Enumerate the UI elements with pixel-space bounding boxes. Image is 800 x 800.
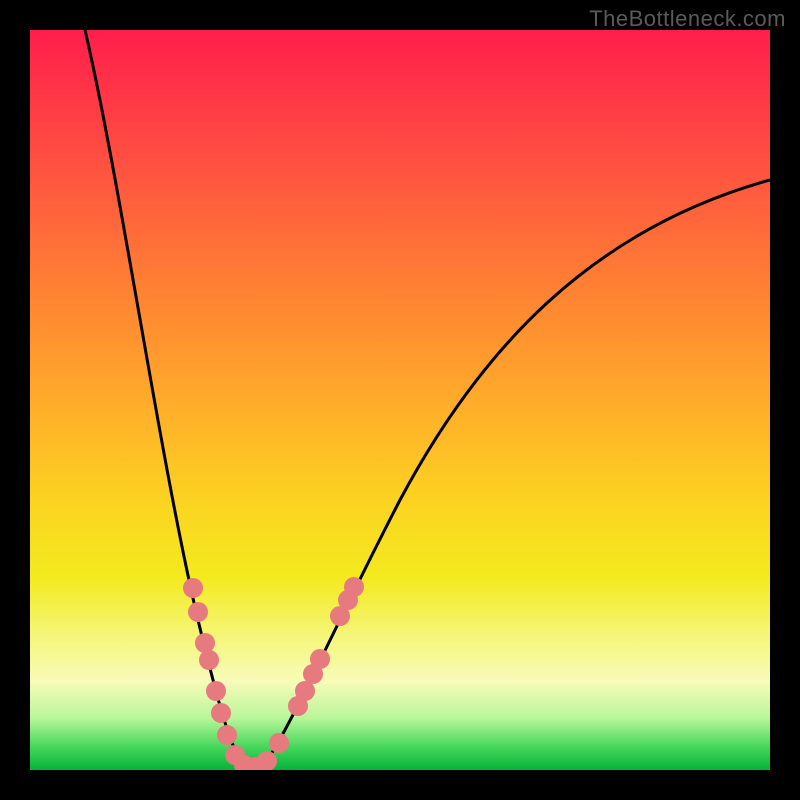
- curve-left: [85, 30, 245, 768]
- dot: [344, 577, 364, 597]
- dot: [257, 751, 277, 770]
- dot: [199, 650, 219, 670]
- dot: [188, 602, 208, 622]
- curve-right: [262, 180, 770, 768]
- dot: [217, 725, 237, 745]
- chart-container: TheBottleneck.com: [0, 0, 800, 800]
- dot: [206, 681, 226, 701]
- curve-overlay: [30, 30, 770, 770]
- dot: [310, 649, 330, 669]
- dot: [211, 703, 231, 723]
- plot-area: [30, 30, 770, 770]
- dot: [269, 733, 289, 753]
- dot: [195, 633, 215, 653]
- dot: [295, 681, 315, 701]
- watermark-text: TheBottleneck.com: [589, 6, 786, 32]
- dot: [183, 578, 203, 598]
